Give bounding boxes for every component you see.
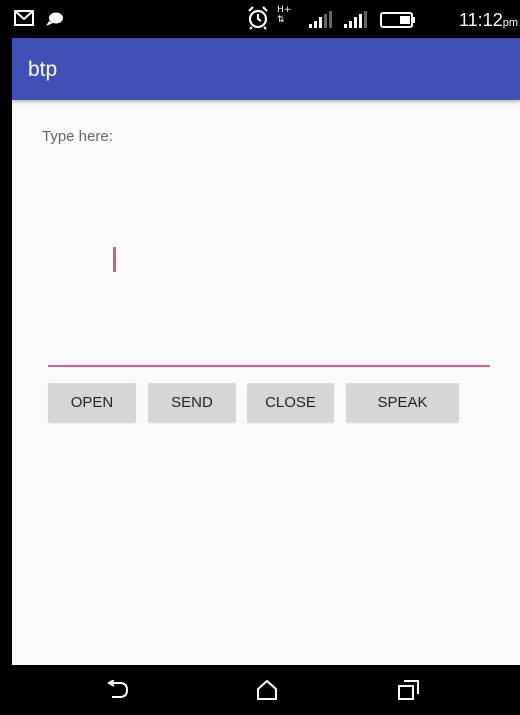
- home-icon[interactable]: [256, 680, 278, 700]
- status-time: 11:12pm: [459, 10, 518, 31]
- signal-icon: [309, 11, 332, 28]
- network-type-label: H+: [277, 5, 292, 15]
- mail-icon: [14, 10, 34, 26]
- app-title: btp: [28, 58, 58, 81]
- phone-screen: H+ ⇅ 11:12pm btp Type here: OPEN SEND CL…: [12, 0, 520, 715]
- status-bar: H+ ⇅ 11:12pm: [12, 0, 520, 38]
- battery-icon: [380, 12, 415, 28]
- clock-time: 11:12: [459, 10, 503, 30]
- navigation-bar: [12, 665, 520, 715]
- chat-bubble-icon: [46, 12, 63, 26]
- open-button[interactable]: OPEN: [48, 383, 136, 422]
- text-cursor: [113, 247, 116, 272]
- speak-button[interactable]: SPEAK: [346, 383, 459, 422]
- clock-ampm: pm: [502, 17, 518, 29]
- back-icon[interactable]: [106, 680, 130, 700]
- data-arrows-icon: ⇅: [277, 15, 285, 25]
- send-button[interactable]: SEND: [148, 383, 236, 422]
- signal-icon: [344, 11, 367, 28]
- alarm-icon: [248, 6, 268, 30]
- close-button[interactable]: CLOSE: [247, 383, 334, 422]
- network-type-icon: H+ ⇅: [277, 5, 291, 25]
- app-bar: btp: [12, 38, 520, 100]
- recents-icon[interactable]: [398, 680, 420, 700]
- input-underline: [48, 365, 490, 367]
